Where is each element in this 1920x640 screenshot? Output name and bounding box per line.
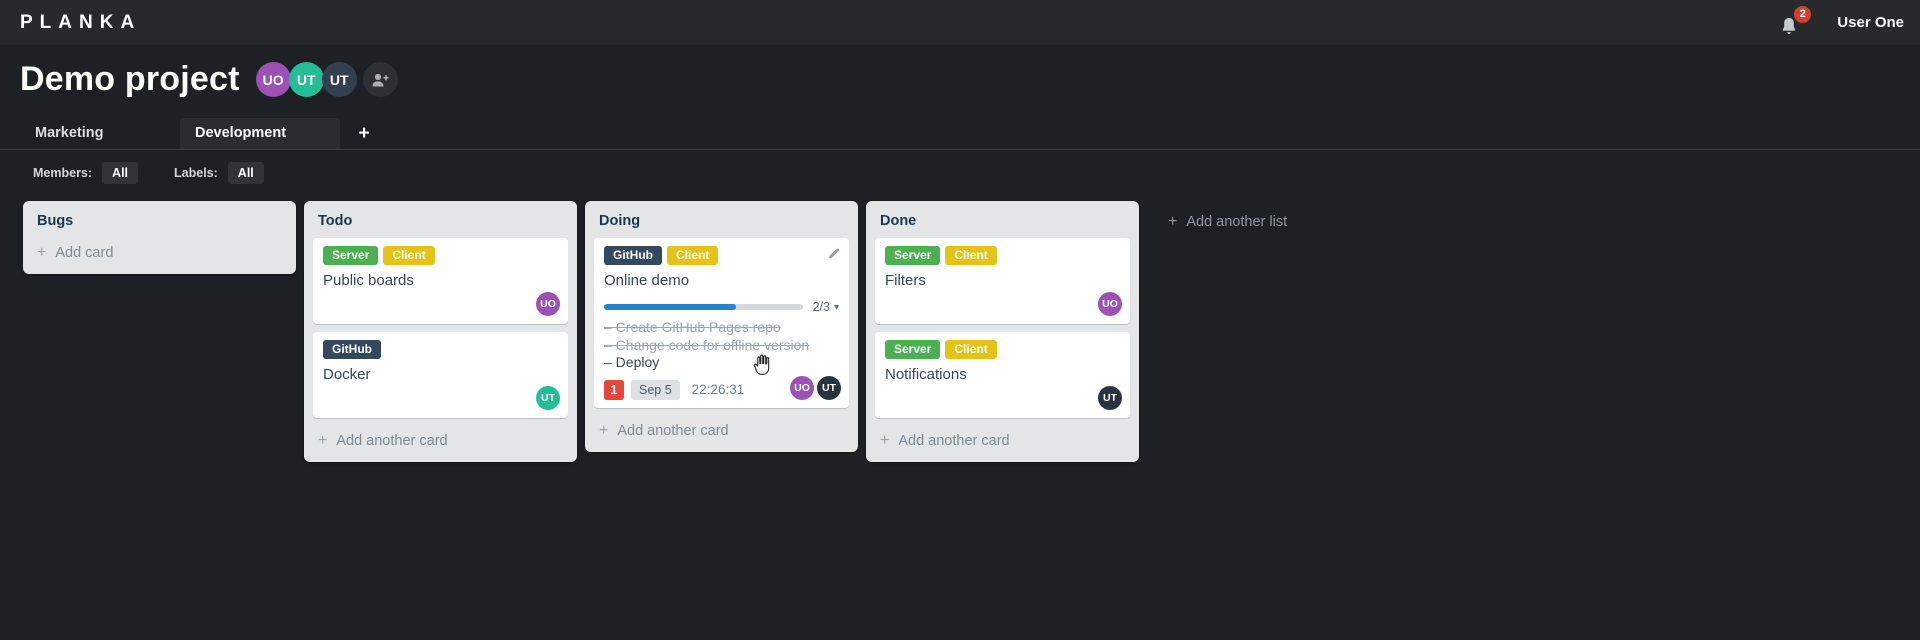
add-member-button[interactable] <box>362 62 398 97</box>
notifications-button[interactable]: 2 <box>1779 5 1812 36</box>
labels-filter-value[interactable]: All <box>227 162 264 184</box>
card-labels: Server Client <box>885 340 1120 359</box>
card-title: Filters <box>885 272 926 289</box>
avatar[interactable]: UT <box>288 62 324 97</box>
card-label: Server <box>323 246 379 265</box>
card-title: Notifications <box>885 366 967 383</box>
project-header: Demo project UO UT UT <box>0 45 1920 105</box>
card-label: Client <box>383 246 435 265</box>
card-title: Public boards <box>323 272 414 289</box>
card[interactable]: Server Client Filters UO <box>875 238 1130 324</box>
add-card-button[interactable]: + Add another card <box>875 426 1130 453</box>
plus-icon: + <box>880 432 890 449</box>
card-labels: GitHub <box>323 340 558 359</box>
card-members: UT <box>1095 386 1122 410</box>
members-filter-value[interactable]: All <box>102 162 139 184</box>
card-label: GitHub <box>604 246 662 265</box>
avatar: UO <box>1098 292 1122 316</box>
card-title: Docker <box>323 366 371 383</box>
card[interactable]: Server Client Notifications UT <box>875 332 1130 418</box>
pencil-icon <box>828 248 840 259</box>
plus-icon: + <box>318 432 328 449</box>
board-tabs: Marketing Development + <box>0 118 1920 150</box>
add-another-list-button[interactable]: + Add another list <box>1168 213 1287 231</box>
add-card-label: Add another card <box>617 422 729 439</box>
list-doing: Doing GitHub Client Online demo 2/3 ▾ – Create… <box>585 201 858 452</box>
card-members: UO <box>533 292 560 316</box>
plus-icon: + <box>1168 213 1178 230</box>
card-members: UO UT <box>787 375 841 400</box>
card[interactable]: GitHub Client Online demo 2/3 ▾ – Create GitH… <box>594 238 849 408</box>
plus-icon: + <box>599 421 609 439</box>
card-labels: Server Client <box>885 246 1120 265</box>
card-title: Online demo <box>604 272 690 289</box>
card-label: Server <box>885 340 941 359</box>
avatar: UO <box>790 375 814 400</box>
avatar: UO <box>536 292 560 316</box>
task-list: – Create GitHub Pages repo – Change code … <box>604 319 839 372</box>
user-menu[interactable]: User One <box>1837 14 1904 31</box>
add-card-button[interactable]: + Add another card <box>594 416 849 443</box>
add-card-label: Add card <box>55 245 114 261</box>
avatar[interactable]: UT <box>321 62 357 97</box>
task-item: – Create GitHub Pages repo <box>604 319 781 335</box>
card-labels: Server Client <box>323 246 558 265</box>
tab-development[interactable]: Development <box>180 118 340 149</box>
timer-value: 22:26:31 <box>691 382 745 397</box>
card[interactable]: GitHub Docker UT <box>313 332 568 418</box>
filter-bar: Members: All Labels: All <box>33 162 1920 184</box>
list-todo: Todo Server Client Public boards UO GitHub Doc… <box>304 201 577 462</box>
add-another-list-label: Add another list <box>1186 214 1288 230</box>
notification-badge: 2 <box>1794 5 1812 23</box>
plus-icon: + <box>37 244 47 261</box>
members-filter-group: Members: All <box>33 162 139 184</box>
tab-marketing[interactable]: Marketing <box>20 118 180 149</box>
top-bar: PLANKA 2 User One <box>0 0 1920 45</box>
add-user-icon <box>372 73 389 86</box>
progress-bar-fill <box>604 304 737 310</box>
avatar[interactable]: UO <box>255 62 291 97</box>
due-date-badge[interactable]: Sep 5 <box>631 379 680 400</box>
list-title: Done <box>880 213 917 229</box>
tasks-progress[interactable]: 2/3 ▾ <box>604 300 839 314</box>
card-label: Client <box>667 246 719 265</box>
avatar: UT <box>1098 386 1122 410</box>
edit-card-button[interactable] <box>827 247 840 265</box>
labels-filter-label: Labels: <box>174 166 218 180</box>
members-filter-label: Members: <box>33 166 93 180</box>
avatar: UT <box>817 375 841 400</box>
caret-down-icon: ▾ <box>833 301 839 313</box>
list-title: Todo <box>318 213 353 229</box>
add-card-label: Add another card <box>898 433 1010 449</box>
project-members: UO UT UT <box>255 62 357 97</box>
card-label: Server <box>885 246 941 265</box>
list-title: Bugs <box>37 213 74 229</box>
add-card-label: Add another card <box>336 433 448 449</box>
list-title: Doing <box>599 213 641 229</box>
add-board-button[interactable]: + <box>344 118 384 149</box>
board: Bugs + Add card Todo Server Client Public boar… <box>23 201 1920 462</box>
card-label: Client <box>945 246 997 265</box>
task-item: – Deploy <box>604 354 660 370</box>
card-labels: GitHub Client <box>604 246 839 265</box>
labels-filter-group: Labels: All <box>174 162 264 184</box>
card-members: UO <box>1095 292 1122 316</box>
card-label: GitHub <box>323 340 381 359</box>
app-logo[interactable]: PLANKA <box>20 12 141 34</box>
card[interactable]: Server Client Public boards UO <box>313 238 568 324</box>
list-done: Done Server Client Filters UO Server Client Not… <box>866 201 1139 462</box>
add-card-button[interactable]: + Add card <box>32 238 287 265</box>
topbar-right: 2 User One <box>1779 5 1904 36</box>
card-notification-badge: 1 <box>604 379 624 400</box>
project-title: Demo project <box>20 60 240 98</box>
add-card-button[interactable]: + Add another card <box>313 426 568 453</box>
task-item: – Change code for offline version <box>604 336 810 353</box>
avatar: UT <box>536 386 560 410</box>
card-members: UT <box>533 386 560 410</box>
list-bugs: Bugs + Add card <box>23 201 296 274</box>
progress-bar <box>604 304 803 310</box>
progress-count: 2/3 <box>812 300 830 314</box>
card-label: Client <box>945 340 997 359</box>
